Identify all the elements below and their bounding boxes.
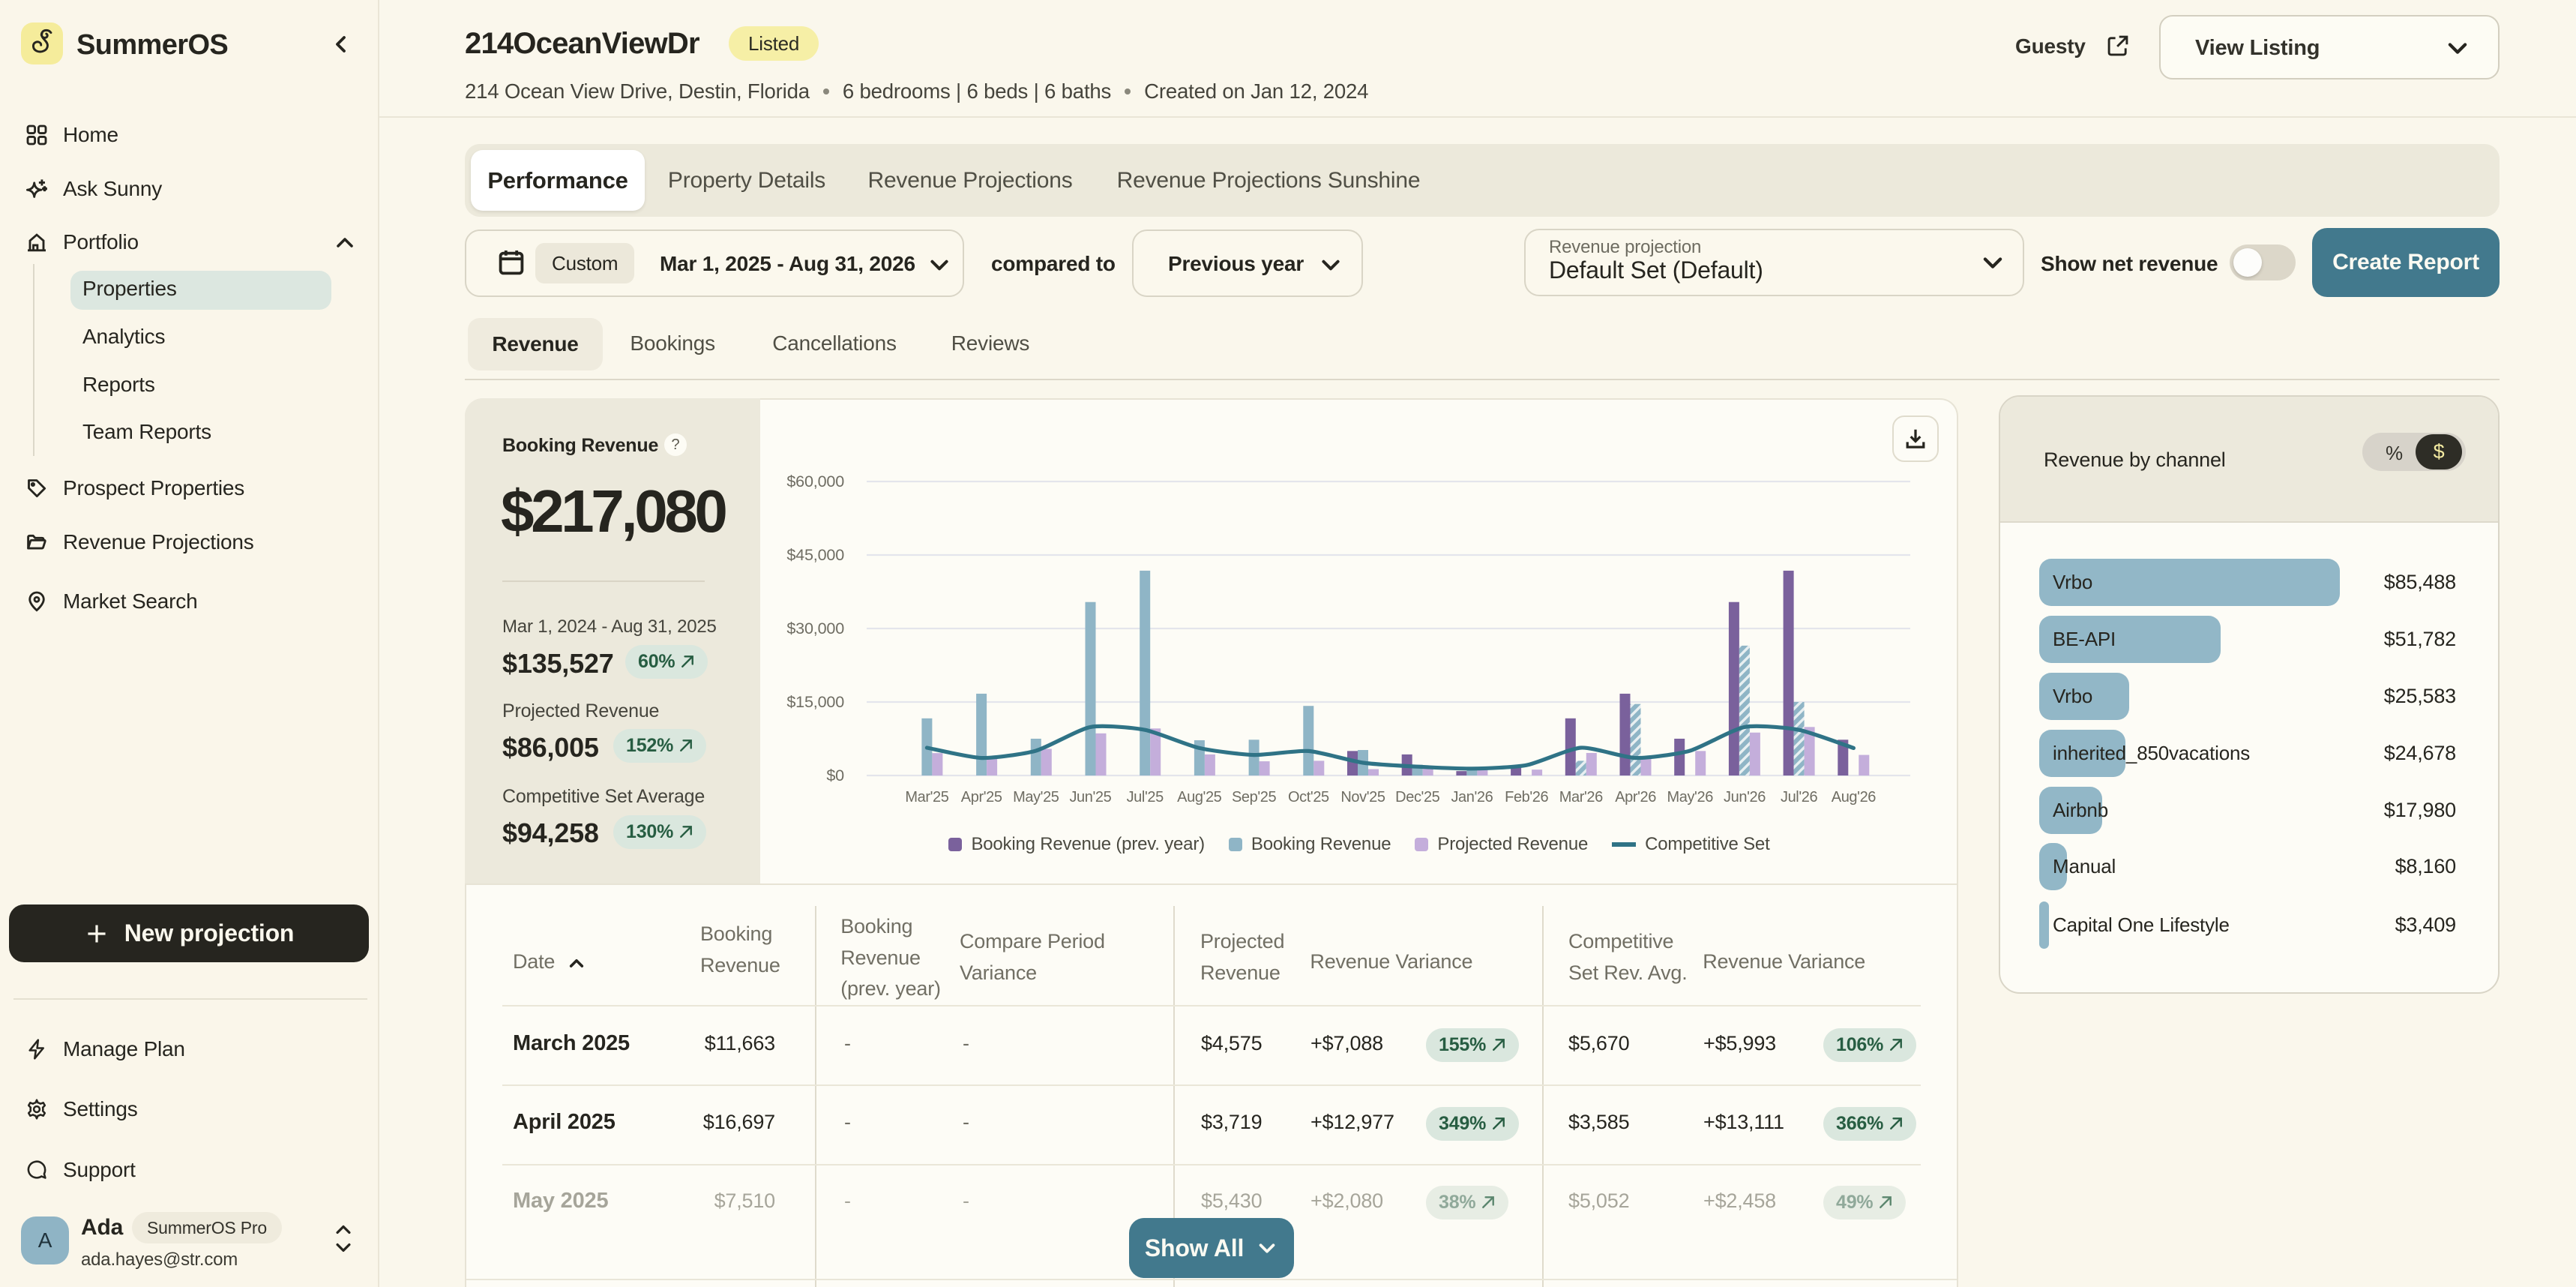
svg-text:Dec'25: Dec'25 xyxy=(1395,789,1440,806)
svg-text:Jul'26: Jul'26 xyxy=(1781,789,1818,806)
svg-text:Aug'25: Aug'25 xyxy=(1177,789,1222,806)
svg-text:Nov'25: Nov'25 xyxy=(1340,789,1385,806)
svg-text:Apr'26: Apr'26 xyxy=(1615,789,1656,806)
svg-text:Aug'26: Aug'26 xyxy=(1832,789,1877,806)
svg-text:$15,000: $15,000 xyxy=(786,692,844,711)
svg-text:$60,000: $60,000 xyxy=(786,472,844,490)
svg-text:May'25: May'25 xyxy=(1013,789,1059,806)
svg-text:$0: $0 xyxy=(826,766,844,784)
svg-text:Apr'25: Apr'25 xyxy=(961,789,1002,806)
svg-text:Jul'25: Jul'25 xyxy=(1127,789,1164,806)
svg-text:May'26: May'26 xyxy=(1667,789,1713,806)
svg-text:Feb'26: Feb'26 xyxy=(1505,789,1548,806)
svg-text:Oct'25: Oct'25 xyxy=(1288,789,1329,806)
svg-text:$45,000: $45,000 xyxy=(786,545,844,564)
svg-text:Jun'26: Jun'26 xyxy=(1724,789,1766,806)
svg-text:Sep'25: Sep'25 xyxy=(1232,789,1277,806)
svg-text:Mar'25: Mar'25 xyxy=(905,789,948,806)
svg-text:Jan'26: Jan'26 xyxy=(1451,789,1493,806)
svg-text:Mar'26: Mar'26 xyxy=(1559,789,1603,806)
svg-text:$30,000: $30,000 xyxy=(786,619,844,638)
svg-text:Jun'25: Jun'25 xyxy=(1069,789,1111,806)
